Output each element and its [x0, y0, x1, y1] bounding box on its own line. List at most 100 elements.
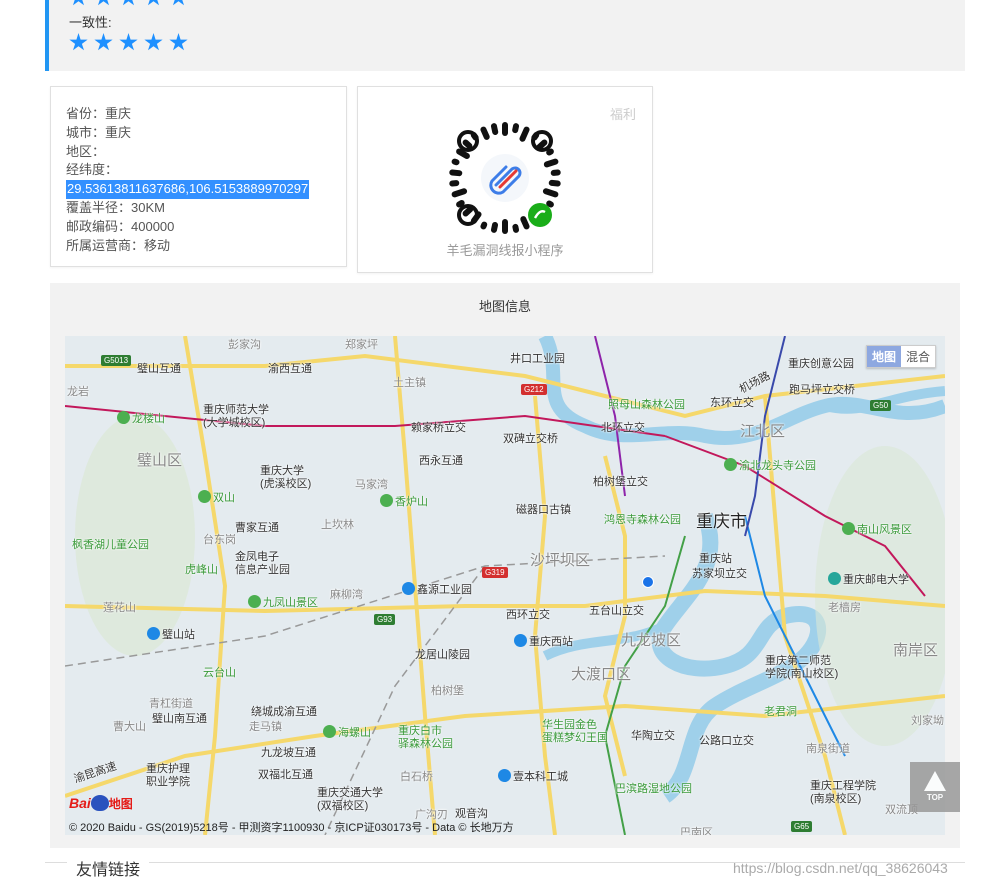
map-label: 九凤山景区: [248, 594, 318, 610]
map-label: 重庆交通大学 (双福校区): [317, 787, 383, 812]
latlng-value[interactable]: 29.53613811637686,106.5153889970297: [66, 180, 310, 199]
map-type-switch[interactable]: 地图 混合: [865, 345, 936, 368]
map-label: 江北区: [740, 423, 786, 440]
map-label: 重庆西站: [514, 633, 573, 649]
map-label: 柏树堡: [431, 685, 464, 697]
baidu-map[interactable]: G5013 G212 G50 G319 G93 G65 璧山互通 渝西互通 郑家…: [65, 336, 945, 835]
map-label: 大渡口区: [571, 666, 632, 683]
qr-caption: 羊毛漏洞线报小程序: [446, 243, 564, 258]
map-label: 麻柳湾: [330, 589, 363, 601]
map-label: 渝北龙头寺公园: [724, 457, 816, 473]
mini-program-code-icon: [449, 122, 561, 234]
map-label: 井口工业园: [510, 353, 565, 365]
map-label: 龙居山陵园: [415, 649, 470, 661]
map-label: 老樯房: [828, 602, 861, 614]
park-icon: [198, 490, 211, 503]
map-label: 璧山南互通: [152, 713, 207, 725]
map-label: 虎峰山: [185, 564, 218, 576]
location-marker-icon[interactable]: [642, 576, 654, 588]
map-label: 重庆创意公园: [788, 358, 854, 370]
map-label: 重庆市: [696, 512, 747, 531]
latlng-label: 经纬度：: [66, 162, 119, 178]
province-text: 省份：重庆: [66, 106, 132, 121]
back-to-top-button[interactable]: TOP: [910, 762, 960, 812]
map-label: 苏家坝立交: [692, 568, 747, 580]
map-label: 巴南区: [680, 827, 713, 835]
baidu-paw-icon: [90, 795, 109, 811]
up-arrow-icon: [924, 771, 946, 791]
map-label: 南泉街道: [806, 743, 850, 755]
place-icon: [402, 582, 415, 595]
park-icon: [724, 458, 737, 471]
map-label: 枫香湖儿童公园: [72, 539, 149, 551]
map-label: 马家湾: [355, 479, 388, 491]
rating-stars-top: [69, 0, 188, 7]
map-label: 重庆大学 (虎溪校区): [260, 465, 312, 490]
map-label: 五台山立交: [589, 605, 644, 617]
map-type-standard[interactable]: 地图: [866, 346, 901, 367]
map-label: 东环立交: [710, 397, 754, 409]
map-label: 南山风景区: [842, 521, 912, 537]
star-icon: [169, 0, 188, 6]
school-icon: [828, 572, 841, 585]
map-label: 土主镇: [393, 377, 426, 389]
map-label: 青杠街道: [149, 698, 193, 710]
map-label: 磁器口古镇: [516, 504, 571, 516]
watermark-text: https://blog.csdn.net/qq_38626043: [733, 860, 948, 876]
star-icon: [69, 0, 88, 6]
map-label: 走马镇: [249, 721, 282, 733]
map-label: 巴滨路湿地公园: [615, 783, 692, 795]
map-label: 渝西互通: [268, 363, 312, 375]
map-label: 赖家桥立交: [411, 422, 466, 434]
map-type-hybrid[interactable]: 混合: [901, 346, 935, 367]
map-label: 九龙坡区: [621, 632, 682, 649]
map-label: 华陶立交: [631, 730, 675, 742]
map-label: 绕城成渝互通: [251, 706, 317, 718]
friend-links-title: 友情链接: [67, 856, 150, 880]
map-label: 重庆工程学院 (南泉校区): [810, 780, 876, 805]
rating-panel: 一致性:: [45, 0, 965, 71]
park-icon: [842, 522, 855, 535]
map-label: 郑家坪: [345, 339, 378, 351]
map-roads: [65, 336, 945, 835]
map-label: 莲花山: [103, 602, 136, 614]
postcode-text: 邮政编码：400000: [66, 218, 175, 234]
park-icon: [323, 725, 336, 738]
map-label: 壹本科工城: [498, 768, 568, 784]
star-icon: [69, 33, 88, 51]
map-label: 南岸区: [893, 642, 939, 659]
map-label: 西环立交: [506, 609, 550, 621]
carrier-text: 所属运营商：移动: [66, 237, 171, 253]
city-text: 城市：重庆: [66, 124, 132, 140]
map-label: 重庆邮电大学: [828, 571, 909, 587]
map-label: 云台山: [203, 667, 236, 679]
radius-text: 覆盖半径：30KM: [66, 199, 165, 215]
map-label: 香炉山: [380, 493, 428, 509]
star-icon: [94, 0, 113, 6]
consistency-stars: [69, 33, 188, 52]
map-label: 金凤电子 信息产业园: [235, 551, 290, 576]
star-icon: [119, 0, 138, 6]
map-label: 沙坪坝区: [530, 552, 591, 569]
map-copyright: © 2020 Baidu - GS(2019)5218号 - 甲测资字11009…: [69, 822, 514, 834]
location-info-card: 省份：重庆 城市：重庆 地区： 经纬度： 29.53613811637686,1…: [50, 86, 347, 267]
district-text: 地区：: [66, 143, 106, 159]
star-icon: [119, 33, 138, 51]
map-label: 跑马坪立交桥: [789, 384, 855, 396]
baidu-logo[interactable]: Bai 地图: [69, 795, 133, 812]
map-section: 地图信息 G5013 G212 G50 G319 G93 G65 璧山互通 渝西…: [50, 283, 960, 848]
map-label: 重庆护理 职业学院: [146, 763, 190, 788]
map-label: 柏树堡立交: [593, 476, 648, 488]
map-label: 九龙坡互通: [261, 747, 316, 759]
station-icon: [514, 634, 527, 647]
map-label: 白石桥: [400, 771, 433, 783]
map-label: 重庆白市 驿森林公园: [398, 725, 453, 750]
park-icon: [117, 411, 130, 424]
star-icon: [144, 33, 163, 51]
map-title: 地图信息: [478, 299, 531, 314]
star-icon: [169, 33, 188, 51]
star-icon: [144, 0, 163, 6]
consistency-label: 一致性:: [69, 15, 112, 30]
map-label: 璧山站: [147, 626, 195, 642]
map-label: 曹家互通: [235, 522, 279, 534]
